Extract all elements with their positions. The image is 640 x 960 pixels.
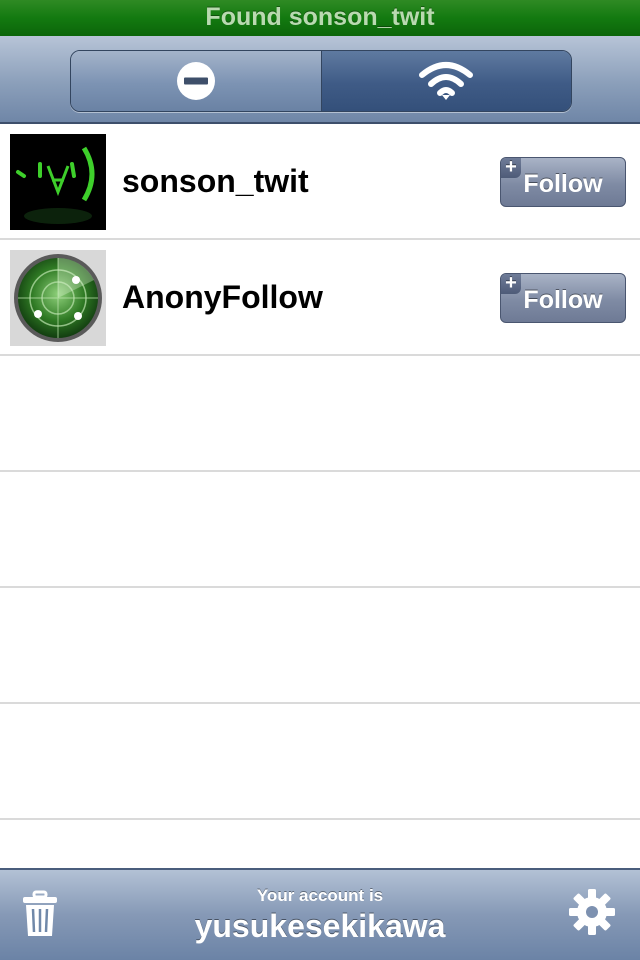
gear-icon [569, 889, 615, 935]
empty-row [0, 588, 640, 704]
empty-row [0, 704, 640, 820]
minus-circle-icon [176, 62, 215, 100]
emoticon-face-avatar [10, 134, 106, 230]
bottom-toolbar: Your account is yusukesekikawa [0, 868, 640, 960]
empty-row [0, 472, 640, 588]
wifi-icon [419, 62, 474, 100]
plus-icon: + [501, 157, 521, 178]
username: sonson_twit [122, 163, 309, 199]
account-caption: Your account is [256, 886, 384, 905]
follow-button-label: Follow [523, 170, 603, 198]
follow-button-label: Follow [523, 286, 603, 314]
found-users-list: sonson_twit + Follow AnonyFollow + Follo… [0, 124, 640, 820]
account-name: yusukesekikawa [194, 908, 446, 944]
user-row: AnonyFollow + Follow [0, 240, 640, 356]
follow-button[interactable]: + Follow [500, 273, 626, 323]
radar-avatar [10, 250, 106, 346]
top-toolbar [0, 36, 640, 124]
follow-button[interactable]: + Follow [500, 157, 626, 207]
status-banner: Found sonson_twit [0, 0, 640, 36]
settings-button[interactable] [568, 888, 616, 936]
plus-icon: + [501, 273, 521, 294]
segment-stop[interactable] [71, 51, 322, 111]
user-row: sonson_twit + Follow [0, 124, 640, 240]
username: AnonyFollow [122, 279, 323, 315]
segment-wifi[interactable] [321, 51, 571, 111]
empty-row [0, 356, 640, 472]
mode-segmented-control [70, 50, 572, 112]
